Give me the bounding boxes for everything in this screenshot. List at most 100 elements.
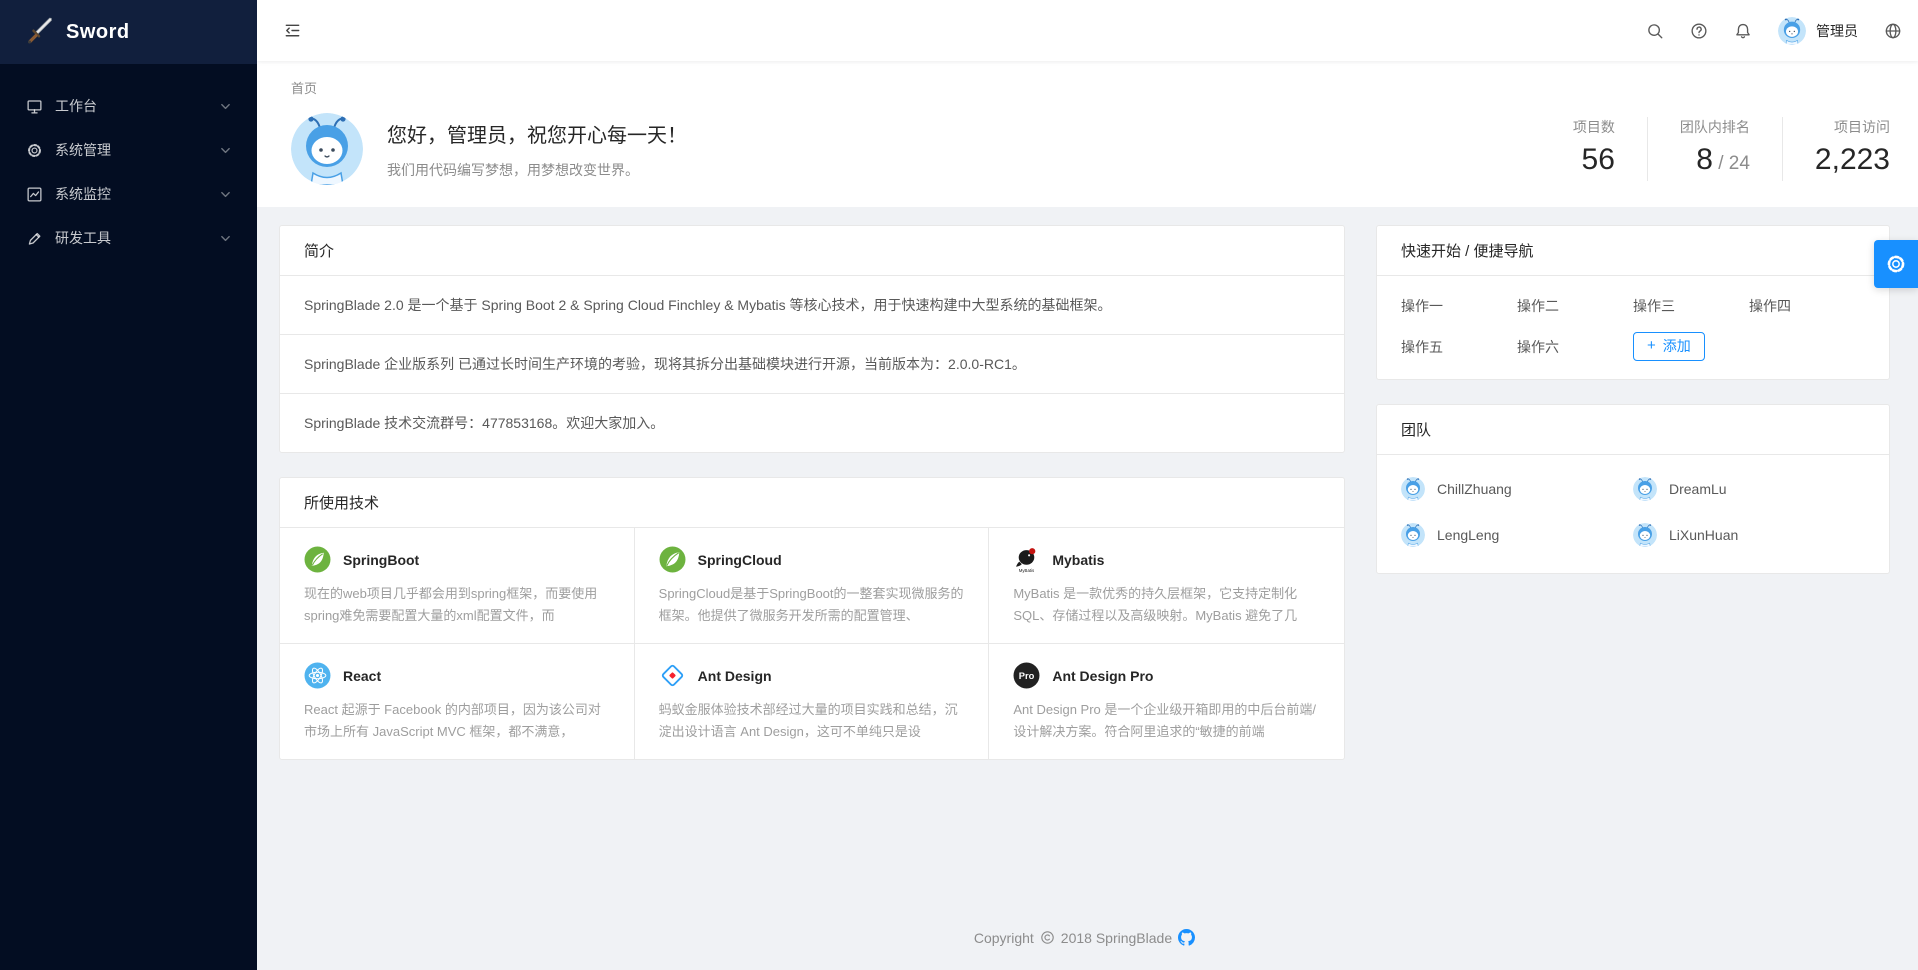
tech-desc: React 起源于 Facebook 的内部项目，因为该公司对市场上所有 Jav…: [304, 699, 610, 743]
bell-icon[interactable]: [1734, 22, 1752, 40]
tech-desc: MyBatis 是一款优秀的持久层框架，它支持定制化 SQL、存储过程以及高级映…: [1013, 583, 1320, 627]
gear-icon: [1885, 253, 1907, 275]
tech-name: SpringCloud: [698, 552, 782, 568]
github-icon[interactable]: [1178, 929, 1195, 946]
quick-link-6[interactable]: 操作六: [1517, 337, 1559, 357]
team-member[interactable]: LiXunHuan: [1633, 523, 1865, 547]
stat-value: 8 / 24: [1680, 143, 1750, 181]
tech-tile-springcloud: SpringCloud SpringCloud是基于SpringBoot的一整套…: [635, 528, 990, 644]
tech-tile-springboot: SpringBoot 现在的web项目几乎都会用到spring框架，而要使用sp…: [280, 528, 635, 644]
pen-tool-icon: [26, 230, 43, 247]
stat-label: 项目数: [1573, 117, 1615, 137]
sidebar-item-dev-tools[interactable]: 研发工具: [0, 216, 257, 260]
username: 管理员: [1816, 21, 1858, 41]
quick-links-grid: 操作一 操作二 操作三 操作四 操作五 操作六 + 添加: [1377, 276, 1889, 379]
tech-tile-ant-design-pro: Pro Ant Design Pro Ant Design Pro 是一个企业级…: [989, 644, 1344, 759]
react-icon: [304, 662, 331, 689]
user-menu[interactable]: 管理员: [1778, 17, 1858, 45]
tech-tile-ant-design: Ant Design 蚂蚁金服体验技术部经过大量的项目实践和总结，沉淀出设计语言…: [635, 644, 990, 759]
member-avatar: [1633, 477, 1657, 501]
sidebar-item-system-management[interactable]: 系统管理: [0, 128, 257, 172]
top-header: 管理员: [257, 0, 1918, 61]
chevron-down-icon: [220, 233, 231, 244]
welcome-title: 您好，管理员，祝您开心每一天！: [387, 119, 687, 148]
welcome-avatar: [291, 113, 363, 185]
intro-card-title: 简介: [280, 226, 1344, 276]
breadcrumb[interactable]: 首页: [291, 78, 317, 97]
plus-icon: +: [1647, 339, 1656, 353]
team-member[interactable]: DreamLu: [1633, 477, 1865, 501]
help-icon[interactable]: [1690, 22, 1708, 40]
sidebar-item-label: 系统管理: [55, 140, 111, 160]
team-member[interactable]: LengLeng: [1401, 523, 1633, 547]
copyright-icon: [1040, 930, 1055, 945]
quick-start-card: 快速开始 / 便捷导航 操作一 操作二 操作三 操作四 操作五 操作六 + 添加: [1376, 225, 1890, 380]
ant-design-icon: [659, 662, 686, 689]
tech-tile-react: React React 起源于 Facebook 的内部项目，因为该公司对市场上…: [280, 644, 635, 759]
quick-link-3[interactable]: 操作三: [1633, 296, 1675, 316]
member-name: DreamLu: [1669, 481, 1727, 497]
cartoon-avatar-image: [1778, 17, 1806, 45]
stat-team-rank: 团队内排名 8 / 24: [1647, 117, 1782, 181]
quick-link-1[interactable]: 操作一: [1401, 296, 1443, 316]
tech-name: Ant Design Pro: [1052, 668, 1153, 684]
quick-link-2[interactable]: 操作二: [1517, 296, 1559, 316]
intro-card: 简介 SpringBlade 2.0 是一个基于 Spring Boot 2 &…: [279, 225, 1345, 453]
ant-design-pro-icon: Pro: [1013, 662, 1040, 689]
tech-tile-mybatis: MyBatis Mybatis MyBatis 是一款优秀的持久层框架，它支持定…: [989, 528, 1344, 644]
app-title: Sword: [66, 21, 130, 44]
search-icon[interactable]: [1646, 22, 1664, 40]
app-logo[interactable]: Sword: [0, 0, 257, 64]
tech-name: React: [343, 668, 381, 684]
sidebar-item-label: 工作台: [55, 96, 97, 116]
user-avatar: [1778, 17, 1806, 45]
tech-card: 所使用技术 SpringBoot 现在的web项目几乎都会用到spring框架，…: [279, 477, 1345, 760]
stat-value: 2,223: [1815, 143, 1890, 181]
mybatis-icon: MyBatis: [1013, 546, 1040, 573]
gear-icon: [26, 142, 43, 159]
tech-desc: 蚂蚁金服体验技术部经过大量的项目实践和总结，沉淀出设计语言 Ant Design…: [659, 699, 965, 743]
content-columns: 简介 SpringBlade 2.0 是一个基于 Spring Boot 2 &…: [279, 225, 1890, 760]
cartoon-avatar-image: [291, 113, 363, 185]
tech-name: Ant Design: [698, 668, 772, 684]
sidebar-item-label: 系统监控: [55, 184, 111, 204]
add-button[interactable]: + 添加: [1633, 332, 1705, 361]
cartoon-avatar-image: [1633, 477, 1657, 501]
sidebar-item-workbench[interactable]: 工作台: [0, 84, 257, 128]
springboot-icon: [304, 546, 331, 573]
stats-bar: 项目数 56 团队内排名 8 / 24 项目访问 2,223: [1541, 117, 1890, 181]
cartoon-avatar-image: [1633, 523, 1657, 547]
svg-text:Pro: Pro: [1019, 671, 1035, 681]
collapse-menu-icon[interactable]: [283, 21, 302, 40]
settings-fab[interactable]: [1874, 240, 1918, 288]
member-avatar: [1401, 477, 1425, 501]
app-root: Sword 工作台 系统管理: [0, 0, 1918, 970]
tech-desc: Ant Design Pro 是一个企业级开箱即用的中后台前端/设计解决方案。符…: [1013, 699, 1320, 743]
member-avatar: [1633, 523, 1657, 547]
content-area: 简介 SpringBlade 2.0 是一个基于 Spring Boot 2 &…: [257, 207, 1918, 970]
stat-value: 56: [1573, 143, 1615, 181]
cartoon-avatar-image: [1401, 523, 1425, 547]
tech-desc: SpringCloud是基于SpringBoot的一整套实现微服务的框架。他提供…: [659, 583, 965, 627]
team-member[interactable]: ChillZhuang: [1401, 477, 1633, 501]
team-card-title: 团队: [1377, 405, 1889, 455]
springcloud-icon: [659, 546, 686, 573]
sidebar-item-system-monitor[interactable]: 系统监控: [0, 172, 257, 216]
chevron-down-icon: [220, 101, 231, 112]
quick-link-5[interactable]: 操作五: [1401, 337, 1443, 357]
quick-link-4[interactable]: 操作四: [1749, 296, 1791, 316]
globe-icon[interactable]: [1884, 22, 1902, 40]
sidebar-menu: 工作台 系统管理 系统监控: [0, 64, 257, 260]
page-header: 首页 您好，管理员，祝您开心每一天！ 我们用代码编写梦想，用梦想改变世界。 项目…: [257, 61, 1918, 207]
chevron-down-icon: [220, 189, 231, 200]
tech-card-title: 所使用技术: [280, 478, 1344, 528]
chart-icon: [26, 186, 43, 203]
copyright-text: Copyright: [974, 930, 1034, 946]
svg-text:MyBatis: MyBatis: [1019, 568, 1035, 573]
header-actions: 管理员: [1646, 17, 1902, 45]
intro-line: SpringBlade 2.0 是一个基于 Spring Boot 2 & Sp…: [280, 276, 1344, 335]
sword-icon: [24, 15, 54, 50]
sidebar: Sword 工作台 系统管理: [0, 0, 257, 970]
team-card: 团队 ChillZhuang: [1376, 404, 1890, 574]
tech-desc: 现在的web项目几乎都会用到spring框架，而要使用spring难免需要配置大…: [304, 583, 610, 627]
